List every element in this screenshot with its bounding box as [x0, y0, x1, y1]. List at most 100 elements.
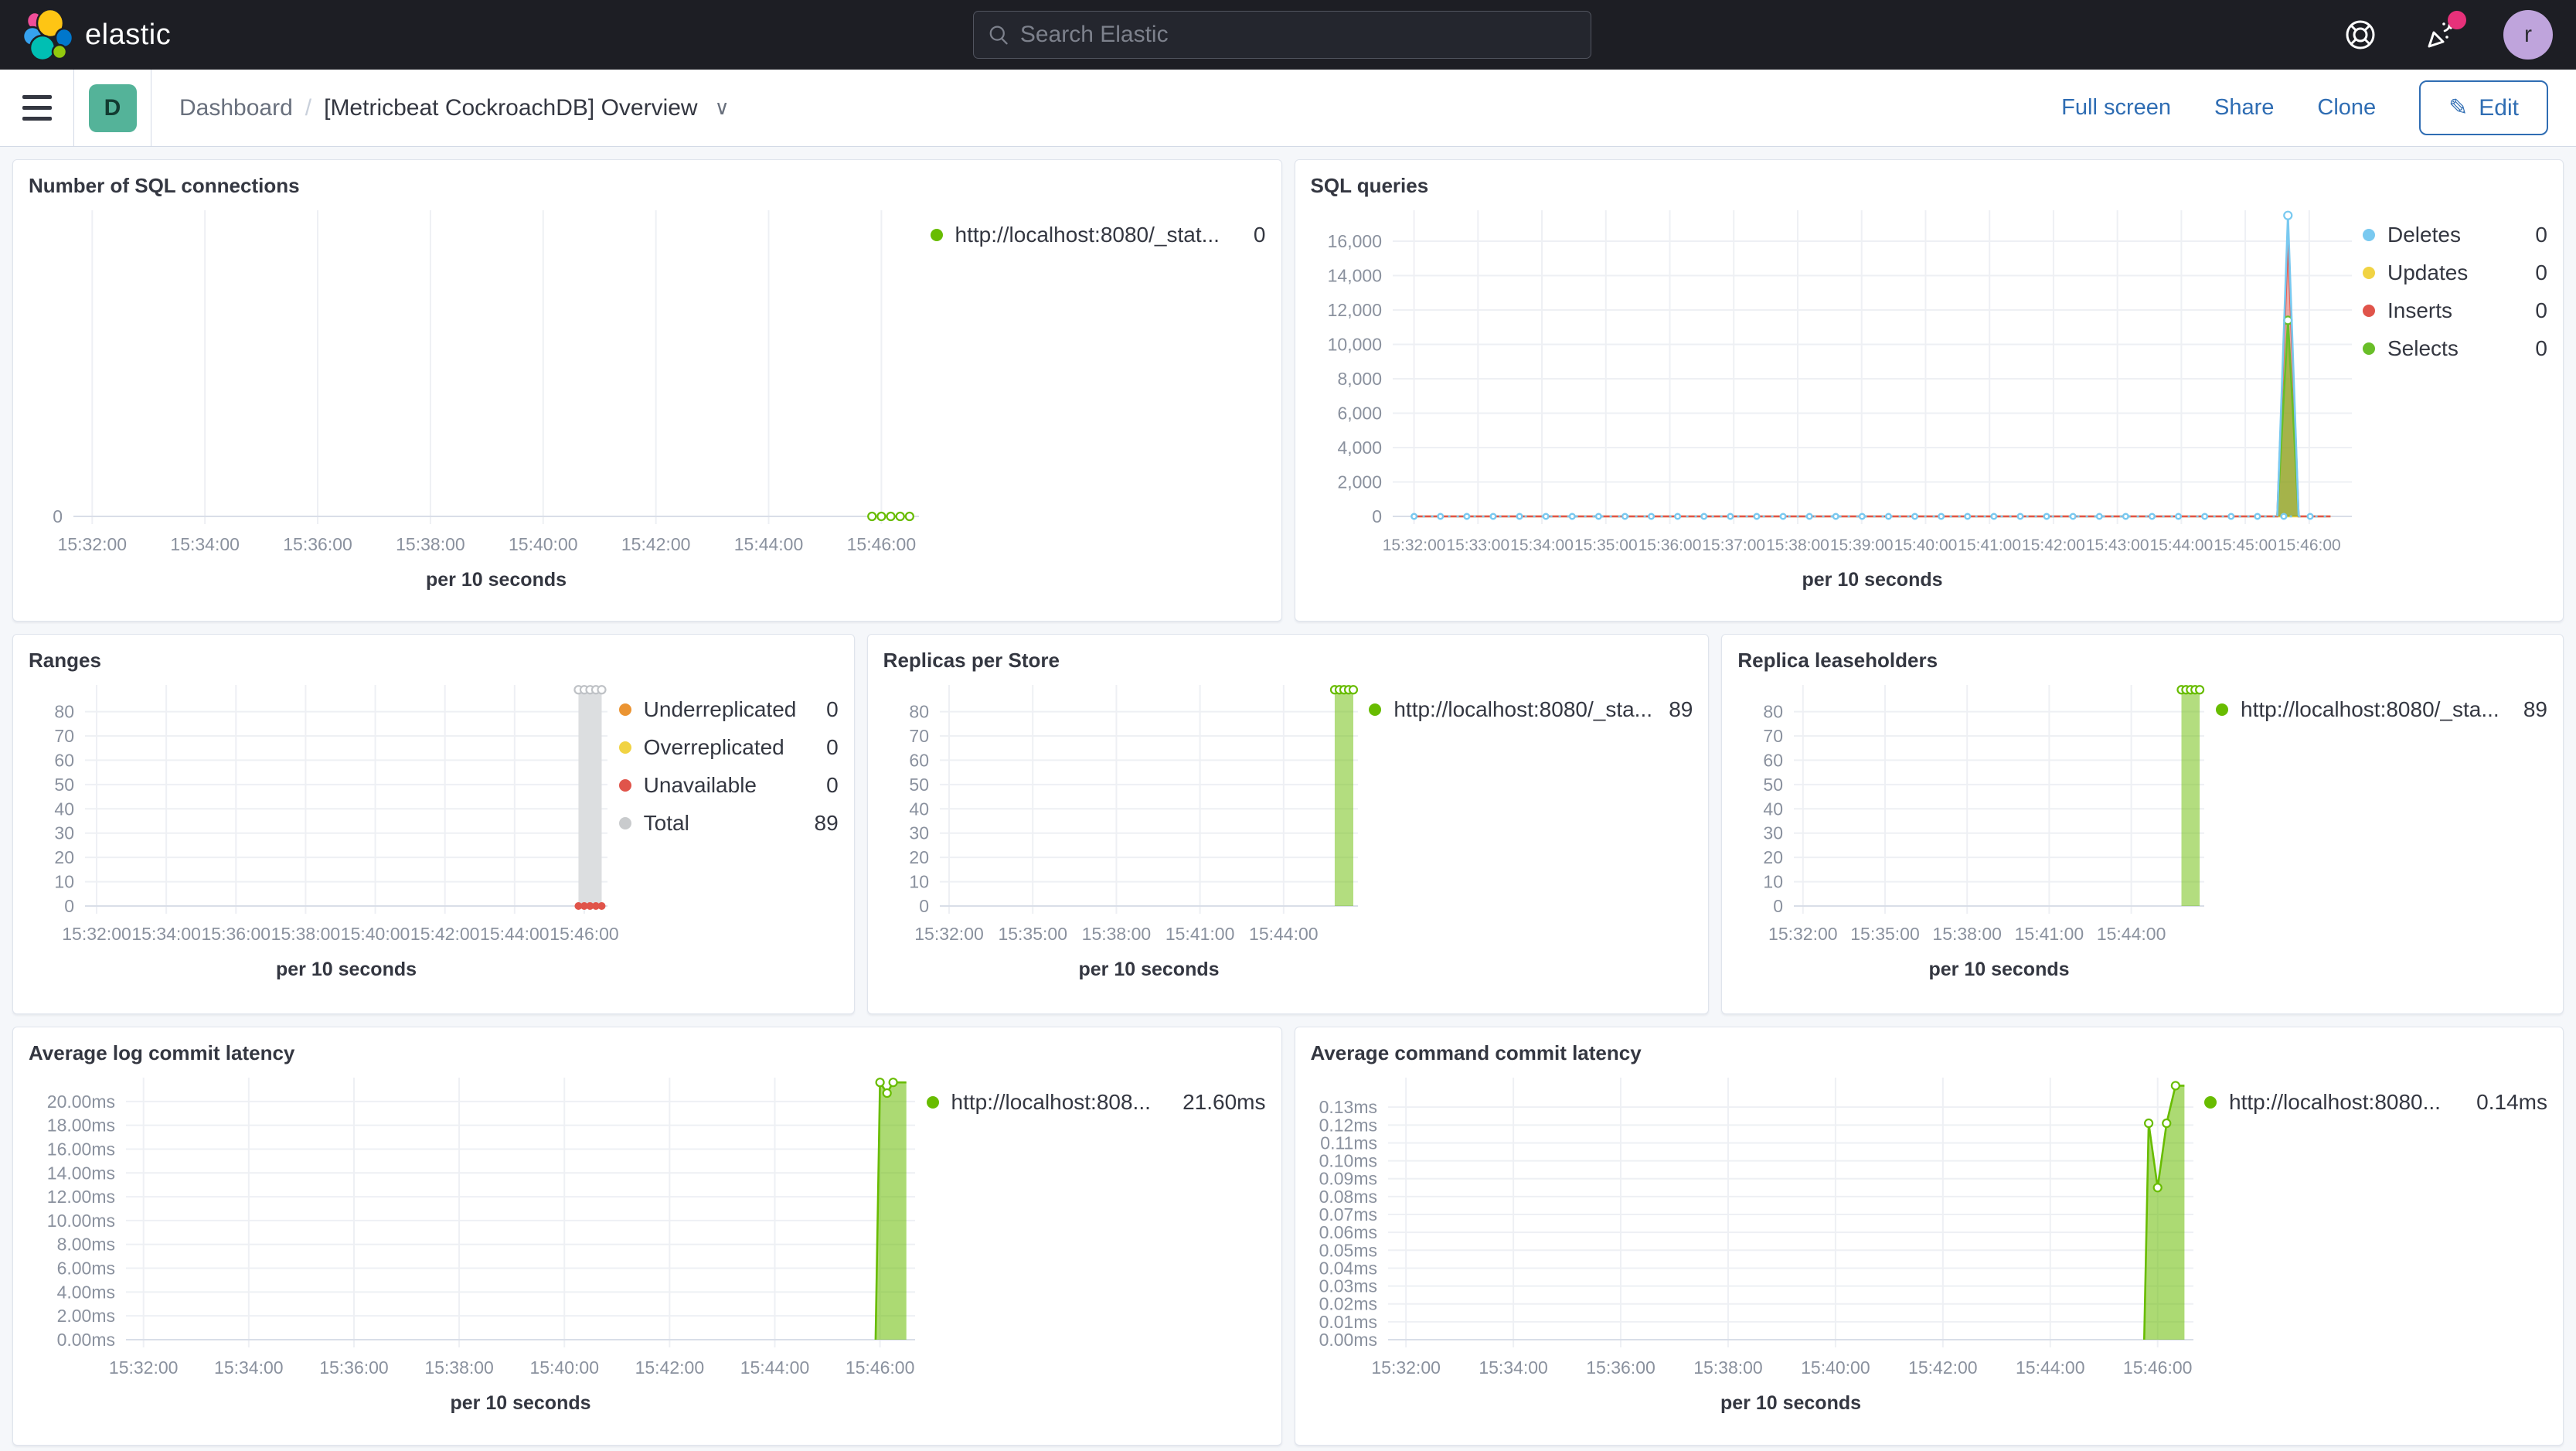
panel-body: 15:32:00 15:34:00 15:36:00 15:38:00 15:40:00… [1295, 1067, 2564, 1416]
legend-dot [2363, 342, 2375, 355]
share-button[interactable]: Share [2214, 95, 2274, 121]
legend: Deletes 0 Updates 0 Inserts 0 Selects 0 [2363, 199, 2552, 590]
panel-title[interactable]: SQL queries [1295, 160, 2564, 199]
svg-text:0: 0 [1372, 506, 1382, 526]
svg-text:15:45:00: 15:45:00 [2214, 536, 2277, 554]
legend-label: Deletes [2387, 223, 2461, 247]
svg-text:15:44:00: 15:44:00 [740, 1357, 810, 1378]
svg-text:15:44:00: 15:44:00 [2149, 536, 2213, 554]
svg-text:2,000: 2,000 [1337, 472, 1382, 492]
svg-text:0.11ms: 0.11ms [1320, 1133, 1377, 1153]
legend-item[interactable]: http://localhost:8080/_sta... 89 [1369, 697, 1693, 722]
legend-item[interactable]: Underreplicated 0 [618, 697, 839, 722]
breadcrumb-dashboard[interactable]: Dashboard [179, 95, 293, 121]
legend-item[interactable]: Selects 0 [2363, 336, 2547, 361]
svg-text:15:36:00: 15:36:00 [319, 1357, 389, 1378]
chart-area: 15:32:00 15:34:00 15:36:00 15:38:00 15:40:00… [19, 1067, 927, 1414]
svg-text:0: 0 [64, 896, 74, 916]
legend-item[interactable]: http://localhost:808... 21.60ms [926, 1090, 1266, 1115]
legend-label: http://localhost:8080... [2229, 1090, 2441, 1114]
legend-item[interactable]: http://localhost:8080/_sta... 89 [2216, 697, 2547, 722]
svg-text:0.08ms: 0.08ms [1319, 1187, 1376, 1207]
svg-text:15:42:00: 15:42:00 [2022, 536, 2085, 554]
top-app-bar: elastic Search Elastic r [0, 0, 2576, 70]
edit-button[interactable]: ✎ Edit [2419, 80, 2548, 135]
chart-number-of-sql-connections: 15:32:00 15:34:00 15:36:00 15:38:00 15:40:00… [53, 210, 919, 591]
svg-text:10: 10 [909, 872, 929, 892]
panel-number-of-sql-connections: Number of SQL connections 15:32:00 15:34:0… [12, 159, 1282, 622]
legend-item[interactable]: Deletes 0 [2363, 223, 2547, 247]
legend-dot [618, 741, 631, 754]
legend-label: Selects [2387, 336, 2459, 360]
legend-item[interactable]: Overreplicated 0 [618, 735, 839, 760]
svg-text:15:32:00: 15:32:00 [58, 534, 128, 554]
elastic-logo[interactable]: elastic [0, 8, 171, 62]
svg-text:30: 30 [1764, 823, 1784, 843]
svg-text:per 10 seconds: per 10 seconds [1078, 959, 1219, 980]
chevron-down-icon[interactable]: ∨ [715, 96, 730, 120]
menu-icon[interactable] [0, 70, 74, 146]
dashboard-row: Ranges 15:32:00 15:34:00 15:36:00 15:38:00 15… [12, 634, 2564, 1014]
legend-label: http://localhost:8080/_stat... [955, 223, 1220, 247]
panel-replicas-per-store: Replicas per Store 15:32:00 15:35:00 15:38:… [866, 634, 1710, 1014]
legend: http://localhost:808... 21.60ms [926, 1067, 1271, 1413]
legend-item[interactable]: Unavailable 0 [618, 773, 839, 798]
svg-text:0.03ms: 0.03ms [1319, 1276, 1376, 1296]
logo-wordmark: elastic [85, 18, 172, 51]
legend-item[interactable]: Inserts 0 [2363, 298, 2547, 323]
svg-text:30: 30 [909, 823, 929, 843]
svg-text:60: 60 [909, 750, 929, 770]
news-feed-icon[interactable] [2423, 11, 2466, 53]
svg-text:per 10 seconds: per 10 seconds [426, 569, 567, 591]
legend-value: 0 [826, 735, 839, 759]
legend-label: http://localhost:8080/_sta... [2241, 697, 2499, 721]
svg-text:4.00ms: 4.00ms [57, 1282, 115, 1302]
global-search[interactable] [972, 11, 1591, 59]
user-avatar[interactable]: r [2503, 10, 2553, 60]
svg-text:0.05ms: 0.05ms [1319, 1240, 1376, 1260]
legend-label: Updates [2387, 261, 2469, 284]
panel-title[interactable]: Replica leaseholders [1722, 635, 2563, 674]
svg-text:0: 0 [1774, 896, 1784, 916]
space-selector[interactable]: D [74, 70, 151, 146]
legend-item[interactable]: Updates 0 [2363, 261, 2547, 285]
legend-item[interactable]: http://localhost:8080/_stat... 0 [930, 223, 1266, 247]
svg-text:15:44:00: 15:44:00 [1249, 924, 1319, 944]
space-badge: D [88, 83, 137, 132]
svg-text:12,000: 12,000 [1327, 300, 1381, 320]
panel-title[interactable]: Average command commit latency [1295, 1027, 2564, 1067]
legend-dot [926, 1096, 939, 1109]
panel-body: 15:32:00 15:35:00 15:38:00 15:41:00 15:44:00… [868, 674, 1709, 983]
pencil-icon: ✎ [2448, 95, 2469, 121]
svg-text:15:40:00: 15:40:00 [509, 534, 578, 554]
panel-title[interactable]: Replicas per Store [868, 635, 1709, 674]
svg-text:20: 20 [909, 847, 929, 867]
panel-title[interactable]: Average log commit latency [13, 1027, 1281, 1067]
svg-text:15:46:00: 15:46:00 [2122, 1357, 2192, 1378]
svg-text:60: 60 [54, 750, 74, 770]
panel-replica-leaseholders: Replica leaseholders 15:32:00 15:35:00 15:3… [1721, 634, 2564, 1014]
panel-title[interactable]: Ranges [13, 635, 854, 674]
svg-text:4,000: 4,000 [1337, 438, 1382, 458]
legend-value: 0 [2535, 336, 2547, 360]
legend: http://localhost:8080/_sta... 89 [2216, 674, 2552, 979]
clone-button[interactable]: Clone [2317, 95, 2376, 121]
legend-dot [618, 779, 631, 792]
svg-text:10: 10 [54, 872, 74, 892]
search-input[interactable] [1019, 22, 1577, 48]
legend-item[interactable]: http://localhost:8080... 0.14ms [2204, 1090, 2547, 1115]
panel-title[interactable]: Number of SQL connections [13, 160, 1281, 199]
legend-item[interactable]: Total 89 [618, 811, 839, 836]
legend-value: 21.60ms [1183, 1090, 1266, 1114]
legend-value: 89 [814, 811, 839, 835]
chart-average-log-commit-latency: 15:32:00 15:34:00 15:36:00 15:38:00 15:40:00… [47, 1078, 915, 1414]
svg-text:15:44:00: 15:44:00 [2097, 924, 2166, 944]
panel-body: 15:32:00 15:34:00 15:36:00 15:38:00 15:40:00… [13, 674, 854, 983]
full-screen-button[interactable]: Full screen [2061, 95, 2171, 121]
svg-text:0.00ms: 0.00ms [57, 1330, 115, 1350]
svg-text:0.02ms: 0.02ms [1319, 1294, 1376, 1314]
svg-text:15:38:00: 15:38:00 [1766, 536, 1829, 554]
svg-text:per 10 seconds: per 10 seconds [450, 1392, 590, 1414]
help-icon[interactable] [2343, 17, 2378, 53]
legend-value: 89 [2523, 697, 2548, 721]
